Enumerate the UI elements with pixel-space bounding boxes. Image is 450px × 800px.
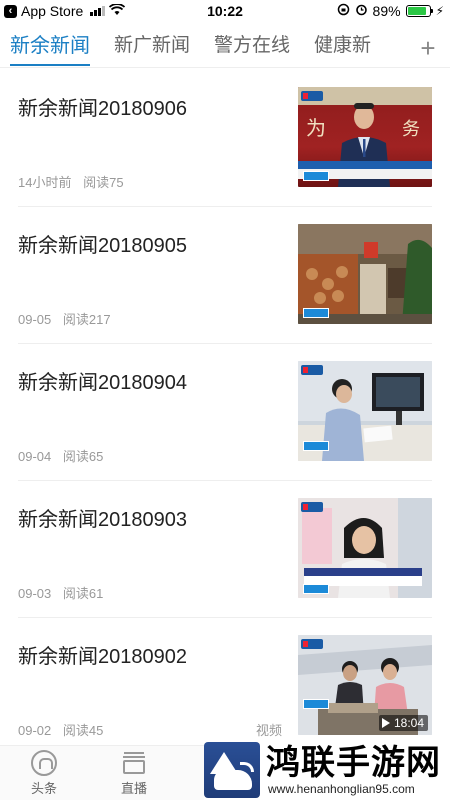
- charging-icon: ⚡: [435, 4, 444, 18]
- news-meta: 09-05 阅读217: [18, 309, 111, 328]
- news-title: 新余新闻20180906: [18, 98, 187, 120]
- desk-scene: [298, 361, 432, 461]
- watermark-url: www.henanhonglian95.com: [268, 782, 415, 796]
- tab-xinyu-news[interactable]: 新余新闻: [10, 28, 90, 67]
- play-icon: [381, 718, 390, 728]
- interview-scene: [298, 498, 432, 598]
- station-logo-icon: [303, 441, 329, 451]
- battery-icon: [405, 5, 433, 17]
- anchor-scene: 为 务: [298, 87, 432, 187]
- status-right: 89% ⚡: [337, 3, 444, 19]
- home-icon: [31, 750, 57, 776]
- video-duration: 18:04: [378, 715, 428, 731]
- news-item[interactable]: 新余新闻20180905 09-05 阅读217: [18, 207, 432, 344]
- add-channel-button[interactable]: +: [406, 28, 450, 67]
- news-thumbnail[interactable]: [298, 224, 432, 324]
- alarm-icon: [355, 3, 368, 19]
- news-list: 新余新闻20180906 14小时前 阅读75 为 务 新余新闻20180905…: [0, 70, 450, 755]
- news-title: 新余新闻20180902: [18, 646, 187, 668]
- news-time: 09-03: [18, 586, 52, 601]
- news-meta: 09-04 阅读65: [18, 446, 103, 465]
- nav-label: 直播: [120, 781, 147, 796]
- watermark-logo-icon: [204, 742, 260, 798]
- news-reads: 阅读65: [62, 449, 104, 464]
- news-item[interactable]: 新余新闻20180902 09-02 阅读45 视频 18:04: [18, 618, 432, 755]
- battery-percent: 89%: [372, 3, 401, 19]
- tv-icon: [121, 750, 147, 776]
- orientation-lock-icon: [337, 3, 350, 19]
- news-time: 09-02: [18, 723, 52, 738]
- channel-logo-icon: [301, 639, 323, 649]
- channel-tabs: 新余新闻 新广新闻 警方在线 健康新 +: [0, 28, 450, 68]
- news-title: 新余新闻20180903: [18, 509, 187, 531]
- workshop-scene: 18:04: [298, 635, 432, 735]
- news-item[interactable]: 新余新闻20180904 09-04 阅读65: [18, 344, 432, 481]
- station-logo-icon: [303, 171, 329, 181]
- news-thumbnail[interactable]: 为 务: [298, 87, 432, 187]
- channel-logo-icon: [301, 365, 323, 375]
- news-reads: 阅读217: [62, 312, 111, 327]
- channel-logo-icon: [301, 91, 323, 101]
- news-time: 14小时前: [18, 175, 72, 190]
- nav-headlines[interactable]: 头条: [14, 750, 74, 797]
- nav-label: 头条: [30, 781, 57, 796]
- station-logo-icon: [303, 699, 329, 709]
- news-thumbnail[interactable]: 18:04: [298, 635, 432, 735]
- news-thumbnail[interactable]: [298, 498, 432, 598]
- news-meta: 09-02 阅读45: [18, 720, 103, 739]
- news-time: 09-05: [18, 312, 52, 327]
- watermark-title: 鸿联手游网: [266, 743, 441, 783]
- news-reads: 阅读75: [83, 175, 124, 190]
- news-reads: 阅读61: [62, 586, 104, 601]
- svg-text:为: 为: [306, 116, 326, 140]
- channel-logo-icon: [301, 502, 323, 512]
- news-meta: 14小时前 阅读75: [18, 172, 124, 191]
- svg-text:务: 务: [402, 119, 420, 140]
- news-item[interactable]: 新余新闻20180906 14小时前 阅读75 为 务: [18, 70, 432, 207]
- site-watermark: 鸿联手游网 www.henanhonglian95.com: [204, 742, 450, 800]
- nav-live[interactable]: 直播: [104, 750, 164, 797]
- woodshop-scene: [298, 224, 432, 324]
- tab-xinguang-news[interactable]: 新广新闻: [114, 28, 190, 67]
- station-logo-icon: [303, 584, 329, 594]
- news-title: 新余新闻20180904: [18, 372, 187, 394]
- status-bar: ‹ App Store 10:22 89% ⚡: [0, 0, 450, 24]
- news-meta: 09-03 阅读61: [18, 583, 103, 602]
- news-title: 新余新闻20180905: [18, 235, 187, 257]
- video-label: 视频: [255, 723, 282, 738]
- tab-health-news[interactable]: 健康新: [314, 28, 371, 67]
- tab-police-online[interactable]: 警方在线: [214, 28, 290, 67]
- news-reads: 阅读45: [62, 723, 104, 738]
- news-item[interactable]: 新余新闻20180903 09-03 阅读61: [18, 481, 432, 618]
- duration-text: 18:04: [393, 716, 424, 730]
- news-thumbnail[interactable]: [298, 361, 432, 461]
- station-logo-icon: [303, 308, 329, 318]
- news-time: 09-04: [18, 449, 52, 464]
